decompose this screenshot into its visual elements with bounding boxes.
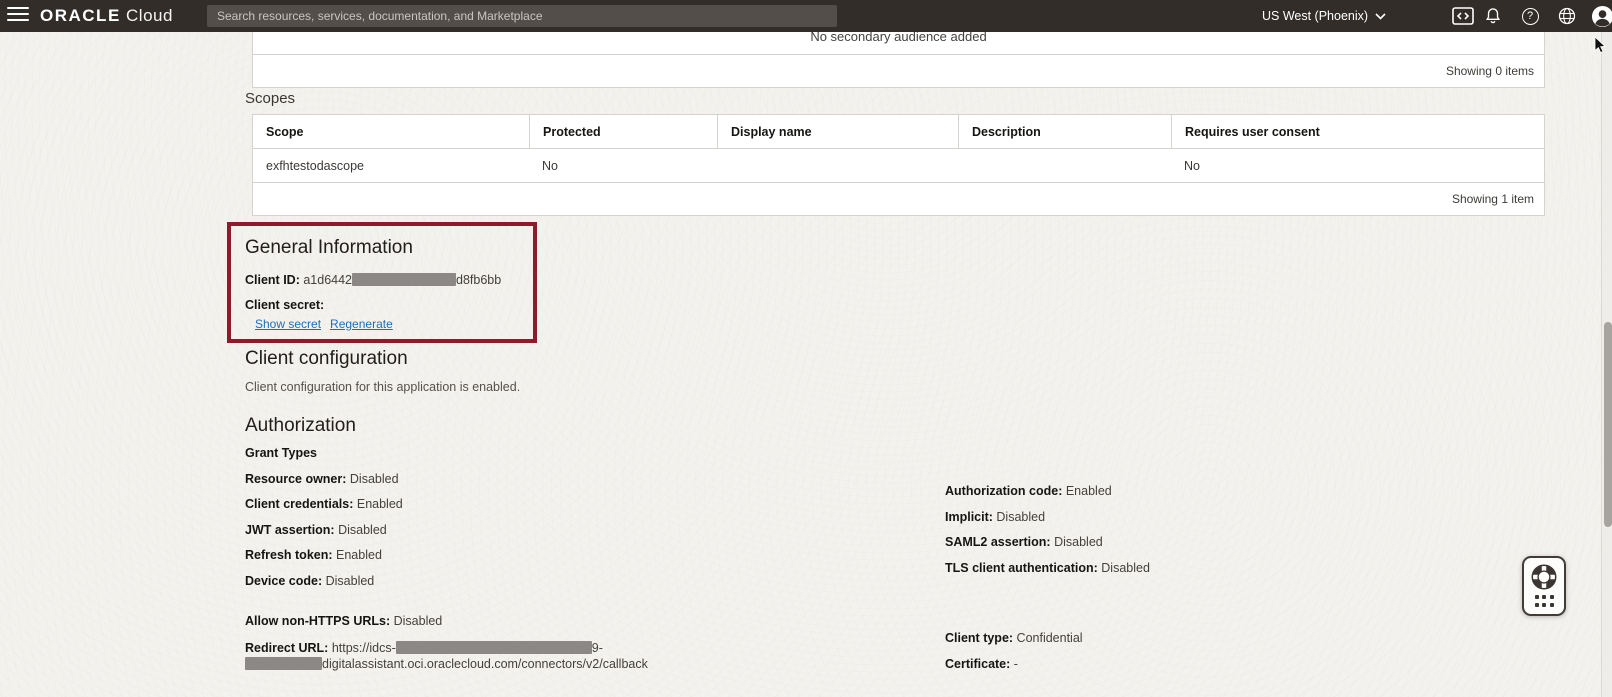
region-label: US West (Phoenix) xyxy=(1262,9,1368,23)
oracle-cloud-console: ORACLE Cloud US West (Phoenix) ? xyxy=(0,0,1612,697)
cell-requires-user-consent: No xyxy=(1171,149,1544,182)
column-header-scope[interactable]: Scope xyxy=(253,115,529,148)
grant-refresh-token: Refresh token: Enabled xyxy=(245,548,865,562)
column-header-protected[interactable]: Protected xyxy=(529,115,717,148)
general-information-heading: General Information xyxy=(245,237,533,259)
column-header-requires-user-consent[interactable]: Requires user consent xyxy=(1171,115,1544,148)
column-header-description[interactable]: Description xyxy=(958,115,1171,148)
secondary-audience-panel: No secondary audience added Showing 0 it… xyxy=(252,32,1545,88)
scopes-table: Scope Protected Display name Description… xyxy=(252,114,1545,216)
client-type-right: Client type: Confidential Certificate: - xyxy=(945,631,1345,671)
grant-resource-owner: Resource owner: Disabled xyxy=(245,472,865,486)
client-secret-row: Client secret: xyxy=(245,298,533,312)
grant-implicit: Implicit: Disabled xyxy=(945,510,1445,524)
help-icon[interactable]: ? xyxy=(1518,4,1542,28)
scopes-count: Showing 1 item xyxy=(253,183,1544,215)
redirect-url-redaction-1 xyxy=(396,641,592,654)
life-ring-icon xyxy=(1529,562,1559,592)
authorization-heading: Authorization xyxy=(245,415,356,437)
grant-tls-client-authentication: TLS client authentication: Disabled xyxy=(945,561,1445,575)
regenerate-link[interactable]: Regenerate xyxy=(330,317,393,331)
client-id-label: Client ID: xyxy=(245,273,300,287)
developer-console-icon[interactable] xyxy=(1451,4,1475,28)
language-globe-icon[interactable] xyxy=(1555,4,1579,28)
region-selector[interactable]: US West (Phoenix) xyxy=(1262,0,1386,32)
notifications-bell-icon[interactable] xyxy=(1481,4,1505,28)
client-configuration-heading: Client configuration xyxy=(245,348,408,370)
client-configuration-description: Client configuration for this applicatio… xyxy=(245,380,520,394)
page-scrollbar-thumb[interactable] xyxy=(1604,322,1612,527)
brand-cloud: Cloud xyxy=(126,6,173,25)
certificate-row: Certificate: - xyxy=(945,657,1345,671)
general-information-highlight-box: General Information Client ID: a1d6442 d8… xyxy=(227,222,537,343)
cell-description xyxy=(958,149,1171,182)
allow-non-https-row: Allow non-HTTPS URLs: Disabled xyxy=(245,614,665,628)
column-header-display-name[interactable]: Display name xyxy=(717,115,958,148)
client-id-suffix: d8fb6bb xyxy=(456,273,501,287)
show-secret-link[interactable]: Show secret xyxy=(255,317,321,331)
brand-oracle: ORACLE xyxy=(40,6,121,25)
authorization-left-column: Grant Types Resource owner: Disabled Cli… xyxy=(245,446,865,599)
grant-client-credentials: Client credentials: Enabled xyxy=(245,497,865,511)
cell-scope: exfhtestodascope xyxy=(253,149,529,182)
secondary-audience-empty-row: No secondary audience added xyxy=(253,32,1544,55)
client-id-redaction xyxy=(352,273,456,286)
grant-saml2-assertion: SAML2 assertion: Disabled xyxy=(945,535,1445,549)
grant-types-label: Grant Types xyxy=(245,446,317,460)
top-navigation-bar: ORACLE Cloud US West (Phoenix) ? xyxy=(0,0,1612,32)
hamburger-menu-icon[interactable] xyxy=(7,7,29,25)
table-row[interactable]: exfhtestodascope No No xyxy=(253,149,1544,183)
search-input[interactable] xyxy=(207,5,837,27)
client-type-row: Client type: Confidential xyxy=(945,631,1345,645)
grant-jwt-assertion: JWT assertion: Disabled xyxy=(245,523,865,537)
scopes-heading: Scopes xyxy=(245,90,295,107)
client-secret-label: Client secret: xyxy=(245,298,324,312)
oracle-cloud-logo[interactable]: ORACLE Cloud xyxy=(40,6,173,26)
authorization-right-column: Authorization code: Enabled Implicit: Di… xyxy=(945,484,1445,586)
redirect-url-line1: Redirect URL: https://idcs-9- xyxy=(245,640,665,656)
client-id-row: Client ID: a1d6442 d8fb6bb xyxy=(245,273,533,287)
scopes-table-header: Scope Protected Display name Description… xyxy=(253,115,1544,149)
user-avatar-icon[interactable] xyxy=(1590,4,1612,28)
secondary-audience-empty-message: No secondary audience added xyxy=(810,32,986,44)
redirect-settings-left: Allow non-HTTPS URLs: Disabled Redirect … xyxy=(245,614,665,672)
grant-authorization-code: Authorization code: Enabled xyxy=(945,484,1445,498)
redirect-url-line2: digitalassistant.oci.oraclecloud.com/con… xyxy=(245,656,665,672)
chevron-down-icon xyxy=(1375,13,1386,20)
cell-protected: No xyxy=(529,149,717,182)
drag-handle-dots-icon xyxy=(1535,595,1554,607)
floating-assistant-widget[interactable] xyxy=(1522,556,1566,616)
redirect-url-redaction-2 xyxy=(245,657,322,670)
secondary-audience-count: Showing 0 items xyxy=(253,55,1544,86)
grant-device-code: Device code: Disabled xyxy=(245,574,865,588)
cell-display-name xyxy=(717,149,958,182)
client-id-prefix: a1d6442 xyxy=(303,273,352,287)
